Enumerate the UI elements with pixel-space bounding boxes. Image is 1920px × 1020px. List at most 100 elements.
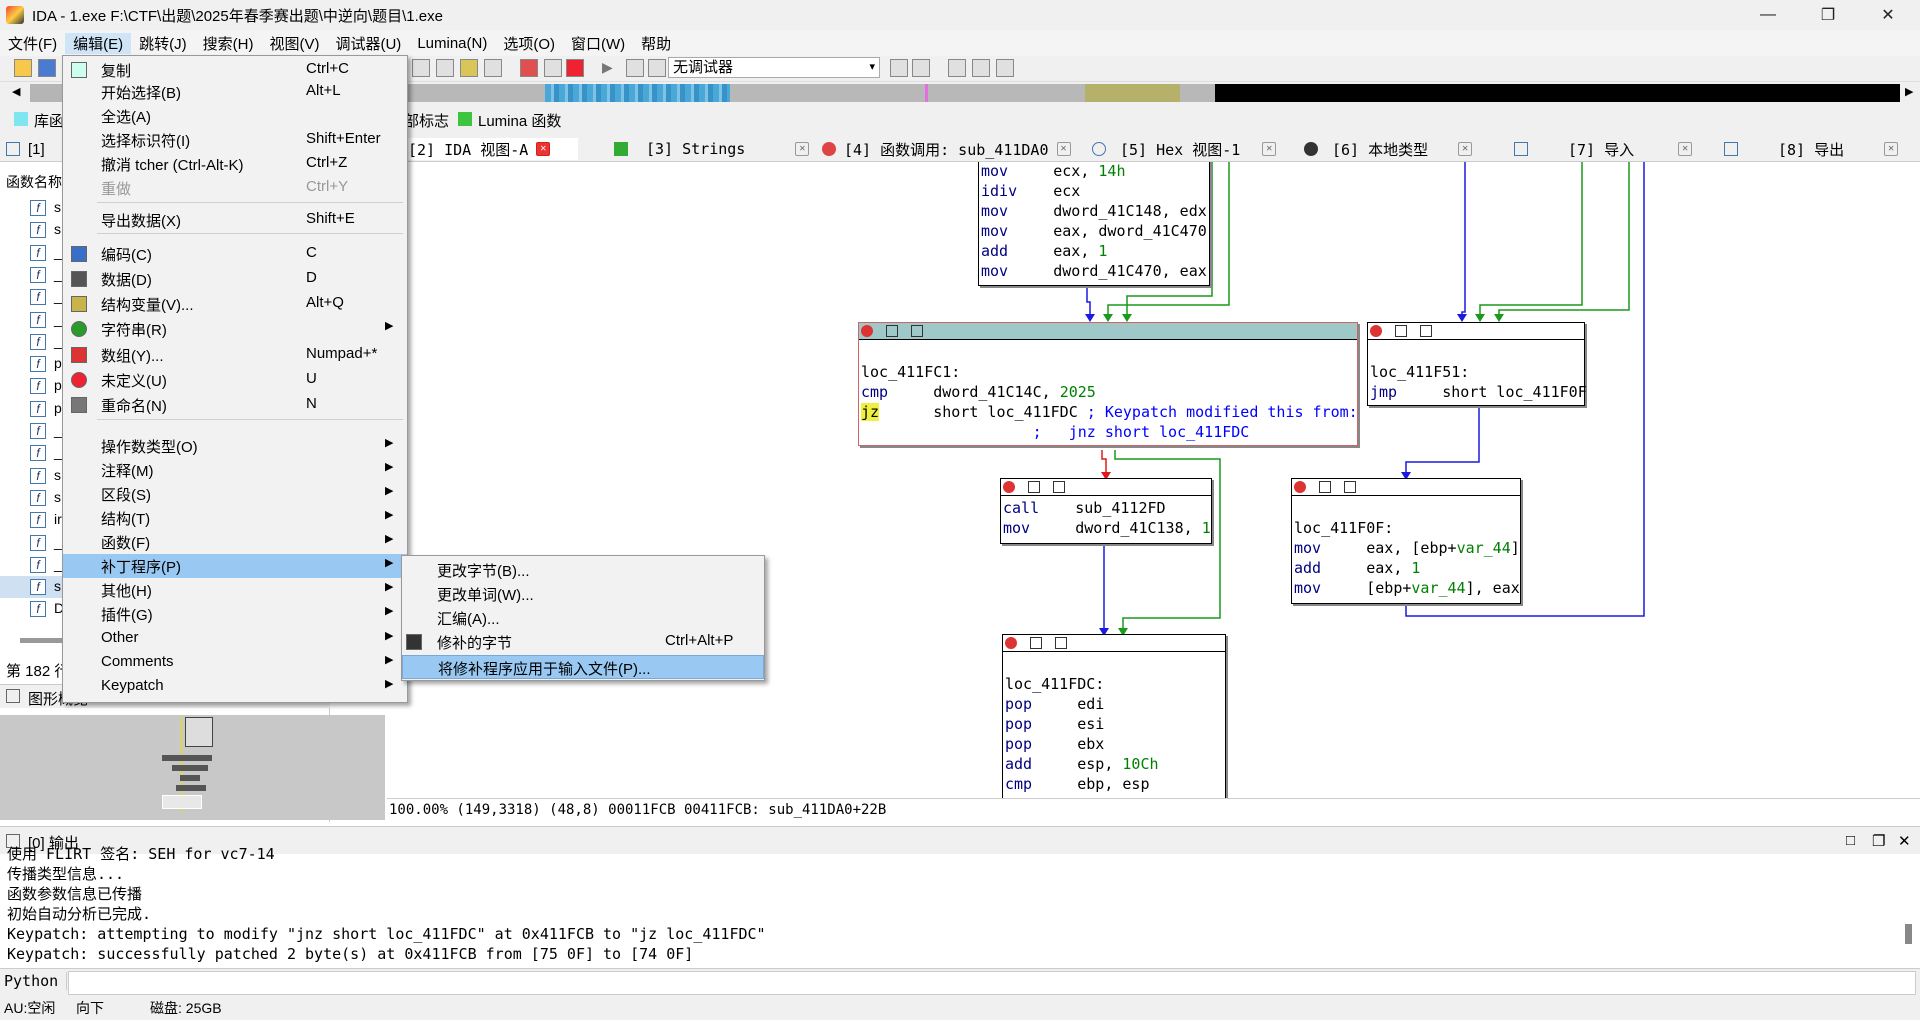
function-row[interactable]: f _ bbox=[0, 331, 64, 353]
tab-close-icon[interactable]: ✕ bbox=[1056, 142, 1071, 156]
collapse-icon[interactable] bbox=[1420, 325, 1433, 337]
tab-exports[interactable]: [8] 导出 ✕ bbox=[1724, 138, 1899, 160]
code-icon[interactable] bbox=[412, 59, 430, 77]
function-row[interactable]: fs bbox=[0, 576, 64, 599]
menu-item-copy[interactable]: 复制 Ctrl+C bbox=[63, 58, 407, 82]
function-row[interactable]: f _ bbox=[0, 554, 64, 576]
rename-icon[interactable] bbox=[886, 325, 899, 337]
menu-item-select-all[interactable]: 全选(A) bbox=[63, 104, 407, 128]
rename-icon[interactable] bbox=[1028, 481, 1041, 493]
submenu-item-change-word[interactable]: 更改单词(W)... bbox=[402, 582, 764, 606]
tab-function-calls[interactable]: [4] 函数调用: sub_411DA0 ✕ bbox=[822, 138, 1071, 160]
menu-item-segments[interactable]: 区段(S) ▶ bbox=[63, 482, 407, 506]
rename-icon[interactable] bbox=[1319, 481, 1332, 493]
code-block-loc-411f51[interactable]: loc_411F51: jmp short loc_411F0F bbox=[1367, 322, 1587, 406]
function-row[interactable]: fp bbox=[0, 375, 64, 397]
xref-icon[interactable] bbox=[972, 59, 990, 77]
menu-item-structs[interactable]: 结构(T) ▶ bbox=[63, 506, 407, 530]
rename-icon[interactable] bbox=[1030, 637, 1043, 649]
function-row[interactable]: f _ bbox=[0, 442, 64, 464]
menu-item-comments-en[interactable]: Comments ▶ bbox=[63, 651, 407, 675]
tab-strings[interactable]: [3] Strings ✕ bbox=[614, 138, 810, 160]
menu-lumina[interactable]: Lumina(N) bbox=[409, 35, 495, 52]
menu-item-export-data[interactable]: 导出数据(X) Shift+E bbox=[63, 208, 407, 232]
menu-search[interactable]: 搜索(H) bbox=[195, 33, 262, 54]
menu-item-comments[interactable]: 注释(M) ▶ bbox=[63, 458, 407, 482]
function-row[interactable]: fs bbox=[0, 197, 64, 219]
menu-item-operand-type[interactable]: 操作数类型(O) ▶ bbox=[63, 434, 407, 458]
close-button[interactable]: ✕ bbox=[1860, 0, 1916, 30]
collapse-icon[interactable] bbox=[911, 325, 924, 337]
tab-close-icon[interactable]: ✕ bbox=[1458, 142, 1473, 156]
tab-hex-view[interactable]: [5] Hex 视图-1 ✕ bbox=[1092, 138, 1277, 160]
submenu-item-apply-patches[interactable]: 将修补程序应用于输入文件(P)... bbox=[402, 655, 764, 679]
rename-icon[interactable] bbox=[484, 59, 502, 77]
array-icon[interactable] bbox=[520, 59, 538, 77]
color-icon[interactable] bbox=[861, 325, 873, 337]
functions-header[interactable]: 函数名称 bbox=[6, 172, 62, 192]
function-row[interactable]: f _ bbox=[0, 532, 64, 554]
graph-view[interactable]: mov ecx, 14h idiv ecx mov dword_41C148, … bbox=[387, 162, 1920, 798]
graph-overview[interactable] bbox=[0, 715, 385, 820]
submenu-item-assemble[interactable]: 汇编(A)... bbox=[402, 606, 764, 630]
menu-item-undefine[interactable]: 未定义(U) U bbox=[63, 368, 407, 392]
menu-item-functions[interactable]: 函数(F) ▶ bbox=[63, 530, 407, 554]
function-row[interactable]: fD bbox=[0, 598, 64, 620]
menu-item-array[interactable]: 数组(Y)... Numpad+* bbox=[63, 343, 407, 367]
color-icon[interactable] bbox=[1005, 637, 1017, 649]
code-block-loc-411f0f[interactable]: loc_411F0F: mov eax, [ebp+var_44] add ea… bbox=[1291, 478, 1521, 604]
menu-item-begin-selection[interactable]: 开始选择(B) Alt+L bbox=[63, 80, 407, 104]
tab-local-types[interactable]: [6] 本地类型 ✕ bbox=[1304, 138, 1473, 160]
code-block-loc-411fc1[interactable]: loc_411FC1: cmp dword_41C14C, 2025 jz sh… bbox=[858, 322, 1358, 446]
tab-close-icon[interactable]: ✕ bbox=[536, 142, 551, 156]
color-icon[interactable] bbox=[1370, 325, 1382, 337]
function-row[interactable]: f ir bbox=[0, 509, 64, 531]
graph-icon[interactable] bbox=[996, 59, 1014, 77]
collapse-icon[interactable] bbox=[1055, 637, 1068, 649]
breakpoint-icon[interactable] bbox=[890, 59, 908, 77]
nav-left-arrow-icon[interactable]: ◀ bbox=[12, 85, 20, 98]
list-icon[interactable] bbox=[948, 59, 966, 77]
collapse-icon[interactable] bbox=[1344, 481, 1357, 493]
menu-item-redo[interactable]: 重做 Ctrl+Y bbox=[63, 176, 407, 200]
menu-item-struct-var[interactable]: 结构变量(V)... Alt+Q bbox=[63, 292, 407, 316]
menu-item-other[interactable]: 其他(H) ▶ bbox=[63, 578, 407, 602]
function-row[interactable]: f _ bbox=[0, 420, 64, 442]
function-row[interactable]: f _ bbox=[0, 242, 64, 264]
menu-item-patch-program[interactable]: 补丁程序(P) ▶ bbox=[63, 554, 407, 578]
menu-file[interactable]: 文件(F) bbox=[0, 33, 65, 54]
menu-item-select-identifier[interactable]: 选择标识符(I) Shift+Enter bbox=[63, 128, 407, 152]
open-icon[interactable] bbox=[14, 59, 32, 77]
function-row[interactable]: f _ bbox=[0, 264, 64, 286]
menu-options[interactable]: 选项(O) bbox=[495, 33, 563, 54]
python-language-button[interactable]: Python bbox=[4, 972, 68, 990]
menu-item-undo[interactable]: 撤消 tcher (Ctrl-Alt-K) Ctrl+Z bbox=[63, 152, 407, 176]
menu-item-rename[interactable]: 重命名(N) N bbox=[63, 393, 407, 417]
horizontal-scrollbar[interactable] bbox=[20, 638, 64, 643]
tab-ida-view[interactable]: [2] IDA 视图-A ✕ bbox=[408, 138, 578, 160]
menu-help[interactable]: 帮助 bbox=[633, 33, 679, 54]
undefine-icon[interactable] bbox=[566, 59, 584, 77]
function-row[interactable]: fs bbox=[0, 487, 64, 509]
play-icon[interactable]: ▶ bbox=[602, 59, 620, 77]
save-icon[interactable] bbox=[38, 59, 56, 77]
function-row[interactable]: fs bbox=[0, 219, 64, 241]
menu-view[interactable]: 视图(V) bbox=[261, 33, 327, 54]
rename-icon[interactable] bbox=[1395, 325, 1408, 337]
code-block-loc-411fdc[interactable]: loc_411FDC: pop edi pop esi pop ebx add … bbox=[1002, 634, 1226, 798]
edit-name-icon[interactable] bbox=[544, 59, 562, 77]
menu-jump[interactable]: 跳转(J) bbox=[131, 33, 195, 54]
nav-right-arrow-icon[interactable]: ▶ bbox=[1905, 85, 1913, 98]
tab-close-icon[interactable]: ✕ bbox=[795, 142, 810, 156]
tab-imports[interactable]: [7] 导入 ✕ bbox=[1514, 138, 1693, 160]
function-row[interactable]: fp bbox=[0, 353, 64, 375]
code-block-top[interactable]: mov ecx, 14h idiv ecx mov dword_41C148, … bbox=[978, 162, 1210, 286]
code-block-call[interactable]: call sub_4112FD mov dword_41C138, 1 bbox=[1000, 478, 1212, 544]
minimize-button[interactable]: — bbox=[1740, 0, 1796, 30]
menu-item-plugins[interactable]: 插件(G) ▶ bbox=[63, 602, 407, 626]
function-row[interactable]: f _ bbox=[0, 309, 64, 331]
trace-icon[interactable] bbox=[912, 59, 930, 77]
function-row[interactable]: fp bbox=[0, 398, 64, 420]
menu-item-keypatch[interactable]: Keypatch ▶ bbox=[63, 675, 407, 699]
menu-item-data[interactable]: 数据(D) D bbox=[63, 267, 407, 291]
